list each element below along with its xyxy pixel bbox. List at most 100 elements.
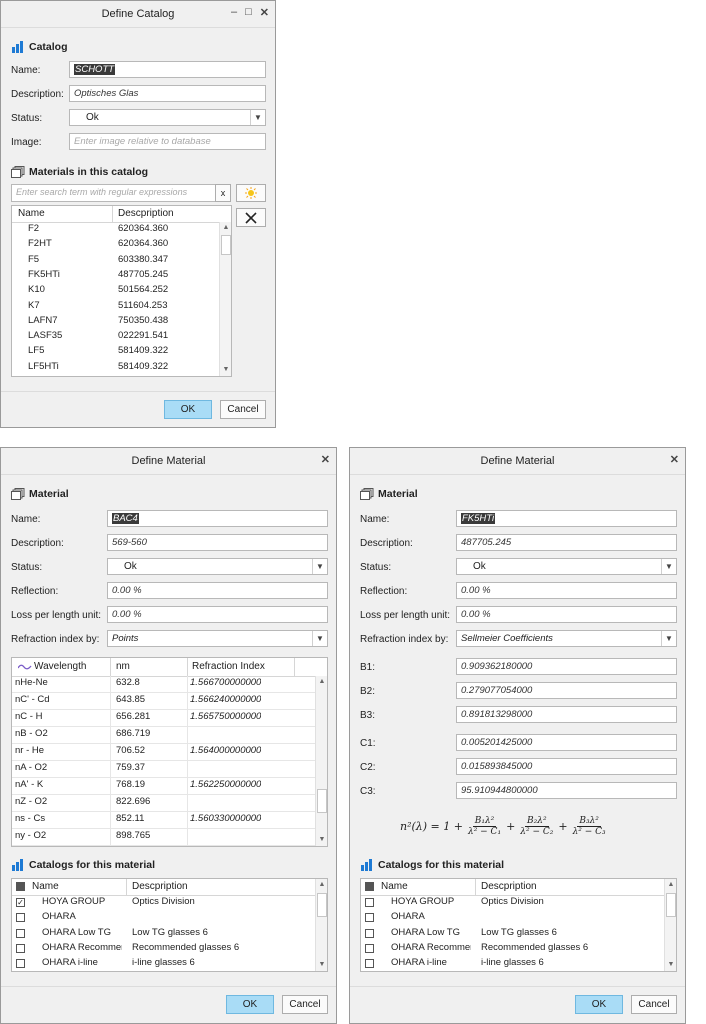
ok-button[interactable]: OK <box>575 995 623 1014</box>
table-row[interactable]: HOYA GROUP Optics Division <box>361 895 664 910</box>
select-all-checkbox[interactable] <box>365 882 374 891</box>
select-all-checkbox[interactable] <box>16 882 25 891</box>
chevron-down-icon[interactable]: ▼ <box>312 559 327 574</box>
catalog-checkbox[interactable] <box>365 959 374 969</box>
column-header-name[interactable]: Name <box>32 881 59 892</box>
column-header-description[interactable]: Descpription <box>132 881 188 892</box>
table-row[interactable]: ny - O2 898.765 <box>12 829 315 846</box>
scroll-up-icon[interactable]: ▲ <box>316 879 327 891</box>
status-dropdown[interactable]: Ok ▼ <box>107 558 328 575</box>
table-row[interactable]: LF5HTi 581409.322 <box>12 360 219 375</box>
table-row[interactable]: OHARA Recommended Recommended glasses 6 <box>361 941 664 956</box>
coef-b1-field[interactable]: 0.909362180000 <box>456 658 677 675</box>
catalog-checkbox[interactable] <box>365 913 374 923</box>
catalog-checkbox[interactable] <box>365 943 374 953</box>
catalog-checkbox[interactable] <box>365 928 374 938</box>
coef-b2-field[interactable]: 0.279077054000 <box>456 682 677 699</box>
table-row[interactable]: OHARA <box>12 910 315 925</box>
cancel-button[interactable]: Cancel <box>220 400 266 419</box>
column-header-refraction-index[interactable]: Refraction Index <box>192 661 265 672</box>
scroll-down-icon[interactable]: ▼ <box>665 959 676 971</box>
coef-c2-field[interactable]: 0.015893845000 <box>456 758 677 775</box>
table-row[interactable]: FK5HTi 487705.245 <box>12 268 219 283</box>
table-row[interactable]: LASF35 022291.541 <box>12 329 219 344</box>
ok-button[interactable]: OK <box>164 400 212 419</box>
coef-c3-field[interactable]: 95.910944800000 <box>456 782 677 799</box>
description-field[interactable]: 569-560 <box>107 534 328 551</box>
table-row[interactable]: OHARA Low TG Low TG glasses 6 <box>12 926 315 941</box>
scroll-thumb[interactable] <box>317 789 327 813</box>
coef-b3-field[interactable]: 0.891813298000 <box>456 706 677 723</box>
cancel-button[interactable]: Cancel <box>282 995 328 1014</box>
scroll-thumb[interactable] <box>317 893 327 917</box>
catalog-checkbox[interactable] <box>365 898 374 907</box>
table-row[interactable]: OHARA <box>361 910 664 925</box>
reflection-field[interactable]: 0.00 % <box>107 582 328 599</box>
table-row[interactable]: OHARA i-line i-line glasses 6 <box>361 956 664 971</box>
table-row[interactable]: K7 511604.253 <box>12 299 219 314</box>
table-row[interactable]: OHARA i-line i-line glasses 6 <box>12 956 315 971</box>
search-input[interactable]: Enter search term with regular expressio… <box>11 184 217 202</box>
table-row[interactable]: OHARA Recommended Recommended glasses 6 <box>12 941 315 956</box>
description-field[interactable]: 487705.245 <box>456 534 677 551</box>
scroll-down-icon[interactable]: ▼ <box>316 834 327 846</box>
materials-scrollbar[interactable]: ▲ ▼ <box>219 222 231 376</box>
add-material-button[interactable] <box>236 184 266 202</box>
scroll-up-icon[interactable]: ▲ <box>665 879 676 891</box>
close-icon[interactable]: ✕ <box>260 6 269 19</box>
maximize-icon[interactable]: □ <box>245 6 252 19</box>
table-row[interactable]: nB - O2 686.719 <box>12 727 315 744</box>
scroll-up-icon[interactable]: ▲ <box>316 676 327 688</box>
description-field[interactable]: Optisches Glas <box>69 85 266 102</box>
column-header-name[interactable]: Name <box>381 881 408 892</box>
catalogs-scrollbar[interactable]: ▲ ▼ <box>315 879 327 971</box>
column-header-description[interactable]: Descpription <box>118 208 174 219</box>
catalog-checkbox[interactable] <box>16 959 25 969</box>
column-header-wavelength[interactable]: Wavelength <box>34 661 86 672</box>
table-row[interactable]: F5 603380.347 <box>12 253 219 268</box>
ok-button[interactable]: OK <box>226 995 274 1014</box>
table-row[interactable]: nZ - O2 822.696 <box>12 795 315 812</box>
catalog-checkbox[interactable] <box>16 913 25 923</box>
minimize-icon[interactable]: – <box>231 6 237 19</box>
table-row[interactable]: nHe-Ne 632.8 1.566700000000 <box>12 676 315 693</box>
table-row[interactable]: nA' - K 768.19 1.562250000000 <box>12 778 315 795</box>
close-icon[interactable]: ✕ <box>670 453 679 466</box>
table-row[interactable]: OHARA Low TG Low TG glasses 6 <box>361 926 664 941</box>
catalog-checkbox[interactable]: ✓ <box>16 898 25 907</box>
table-row[interactable]: ✓ HOYA GROUP Optics Division <box>12 895 315 910</box>
refraction-method-dropdown[interactable]: Points ▼ <box>107 630 328 647</box>
chevron-down-icon[interactable]: ▼ <box>661 559 676 574</box>
table-row[interactable]: nA - O2 759.37 <box>12 761 315 778</box>
status-dropdown[interactable]: Ok ▼ <box>456 558 677 575</box>
column-header-nm[interactable]: nm <box>116 661 130 672</box>
table-row[interactable]: nC' - Cd 643.85 1.566240000000 <box>12 693 315 710</box>
table-row[interactable]: nr - He 706.52 1.564000000000 <box>12 744 315 761</box>
table-row[interactable]: F2HT 620364.360 <box>12 237 219 252</box>
catalogs-scrollbar[interactable]: ▲ ▼ <box>664 879 676 971</box>
table-row[interactable]: F2 620364.360 <box>12 222 219 237</box>
refraction-method-dropdown[interactable]: Sellmeier Coefficients ▼ <box>456 630 677 647</box>
name-field[interactable]: FK5HTi <box>456 510 677 527</box>
reflection-field[interactable]: 0.00 % <box>456 582 677 599</box>
clear-search-button[interactable]: x <box>215 184 231 202</box>
delete-material-button[interactable] <box>236 208 266 227</box>
cancel-button[interactable]: Cancel <box>631 995 677 1014</box>
chevron-down-icon[interactable]: ▼ <box>250 110 265 125</box>
table-row[interactable]: nC - H 656.281 1.565750000000 <box>12 710 315 727</box>
chevron-down-icon[interactable]: ▼ <box>312 631 327 646</box>
scroll-up-icon[interactable]: ▲ <box>220 222 231 234</box>
column-header-name[interactable]: Name <box>18 208 45 219</box>
scroll-thumb[interactable] <box>666 893 676 917</box>
close-icon[interactable]: ✕ <box>321 453 330 466</box>
coef-c1-field[interactable]: 0.005201425000 <box>456 734 677 751</box>
image-field[interactable]: Enter image relative to database <box>69 133 266 150</box>
scroll-down-icon[interactable]: ▼ <box>220 364 231 376</box>
table-row[interactable]: LAFN7 750350.438 <box>12 314 219 329</box>
name-field[interactable]: SCHOTT <box>69 61 266 78</box>
scroll-down-icon[interactable]: ▼ <box>316 959 327 971</box>
catalog-checkbox[interactable] <box>16 928 25 938</box>
catalog-checkbox[interactable] <box>16 943 25 953</box>
scroll-thumb[interactable] <box>221 235 231 255</box>
table-row[interactable]: ns - Cs 852.11 1.560330000000 <box>12 812 315 829</box>
